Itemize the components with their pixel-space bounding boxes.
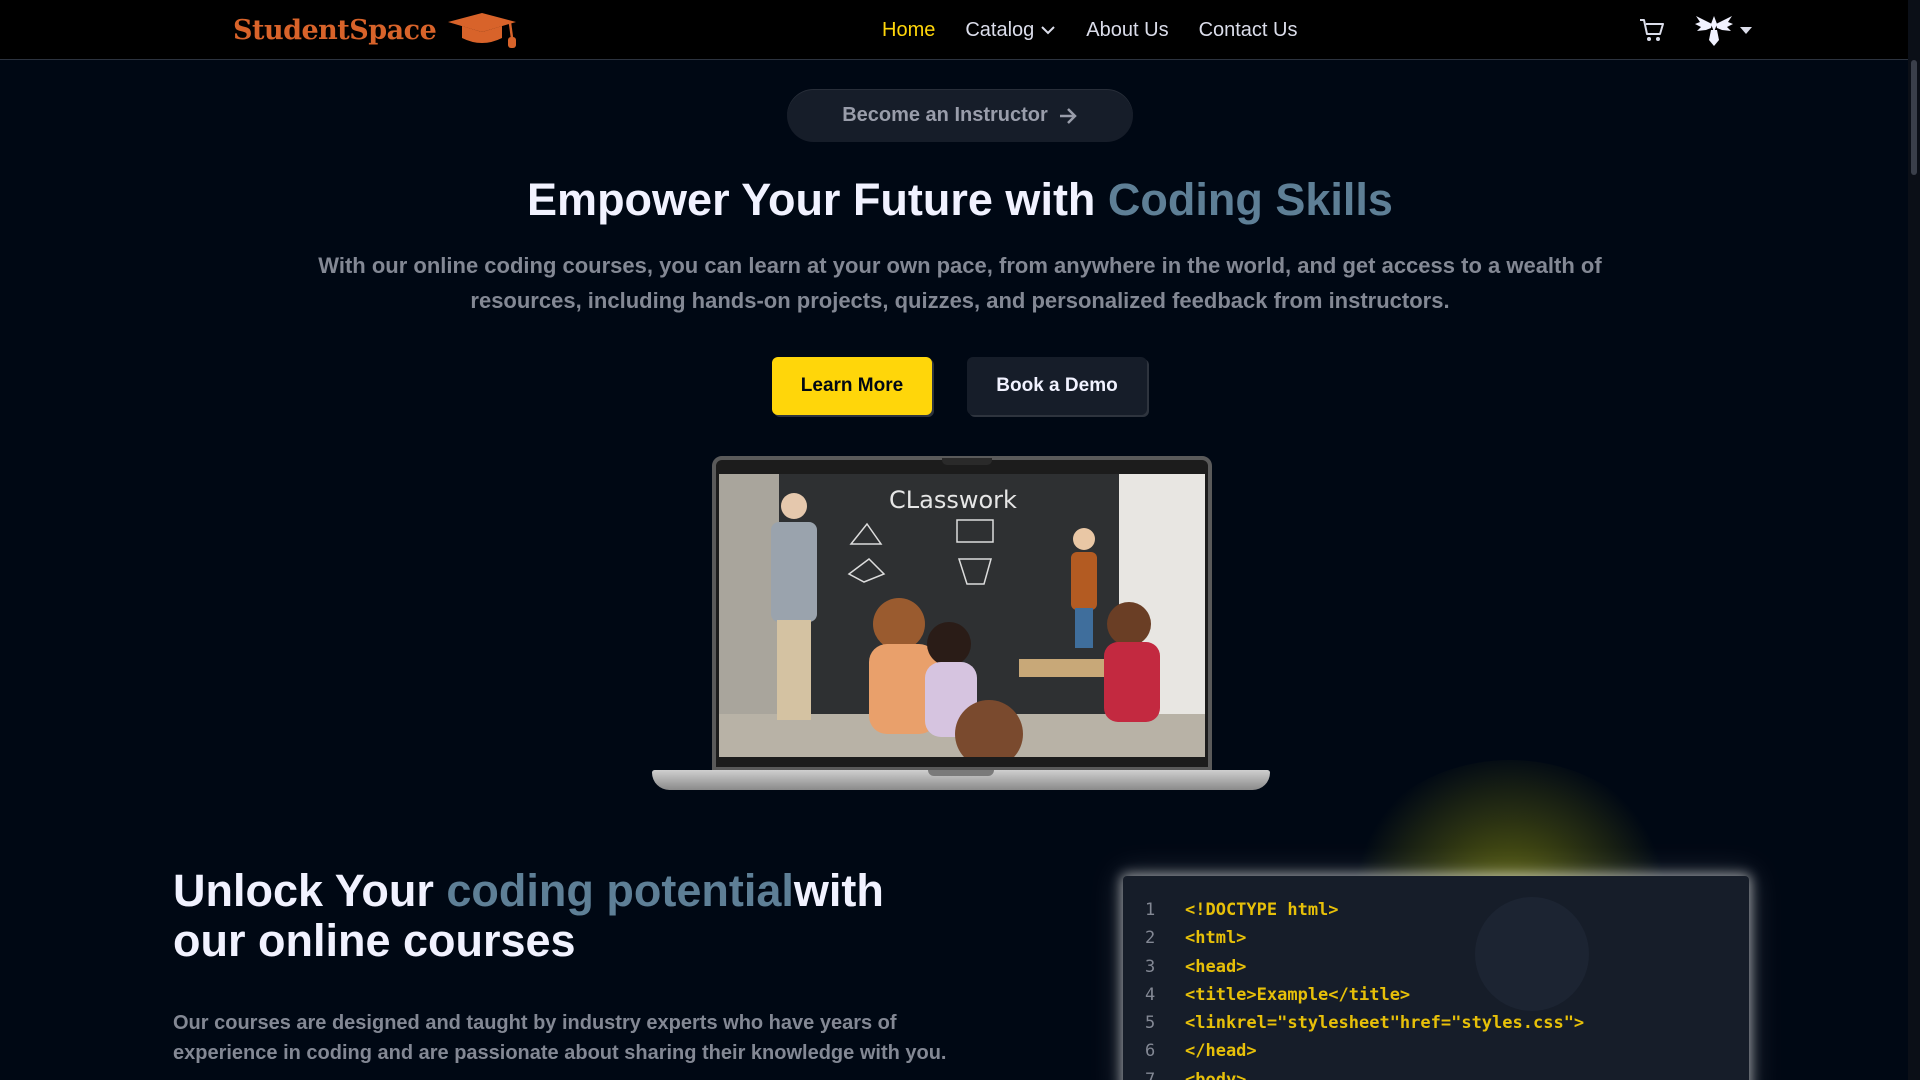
code-line: 5 <linkrel="stylesheet"href="styles.css"> xyxy=(1145,1009,1584,1037)
nav-link-catalog[interactable]: Catalog xyxy=(965,19,1056,42)
line-number: 7 xyxy=(1145,1069,1156,1080)
line-number: 6 xyxy=(1145,1041,1156,1062)
nav-link-about[interactable]: About Us xyxy=(1086,19,1168,42)
chevron-down-icon xyxy=(1041,26,1056,35)
line-number: 5 xyxy=(1145,1013,1156,1034)
laptop-groove xyxy=(928,770,994,776)
classroom-illustration: CLasswork xyxy=(719,474,1205,757)
code-text: <linkrel="stylesheet"href="styles.css"> xyxy=(1185,1013,1585,1034)
nav-link-contact[interactable]: Contact Us xyxy=(1199,19,1298,42)
board-text: CLasswork xyxy=(889,486,1017,514)
line-number: 1 xyxy=(1145,900,1156,920)
code-text: <body> xyxy=(1185,1069,1247,1080)
classroom-video[interactable]: CLasswork xyxy=(719,474,1205,757)
code-text: </head> xyxy=(1185,1041,1257,1062)
nav-actions xyxy=(1638,12,1752,48)
hero-title-text: Empower Your Future with xyxy=(527,174,1108,225)
caret-down-icon xyxy=(1740,26,1752,34)
code-line: 1 <!DOCTYPE html> xyxy=(1145,896,1584,924)
become-instructor-button[interactable]: Become an Instructor xyxy=(787,89,1133,142)
camera-notch xyxy=(942,458,992,465)
code-text: <head> xyxy=(1185,956,1247,977)
user-avatar-icon xyxy=(1695,16,1733,46)
graduation-cap-icon xyxy=(448,13,517,48)
brand-logo[interactable]: StudentSpace xyxy=(233,10,518,50)
code-line: 7 <body> xyxy=(1145,1066,1584,1080)
section-description: Our courses are designed and taught by i… xyxy=(173,1012,947,1064)
learn-more-button[interactable]: Learn More xyxy=(772,357,932,415)
hero-subtitle: With our online coding courses, you can … xyxy=(318,253,1602,313)
hero-cta-row: Learn More Book a Demo xyxy=(772,357,1147,415)
code-text: <!DOCTYPE html> xyxy=(1185,900,1339,920)
code-block: 1 <!DOCTYPE html> 2 <html> 3 <head> 4 <title… xyxy=(1123,876,1749,1080)
scrollbar-thumb[interactable] xyxy=(1911,60,1917,175)
scrollbar[interactable] xyxy=(1908,0,1920,1080)
code-text: <title>Example</title> xyxy=(1185,984,1411,1005)
section-title-highlight: coding potential xyxy=(446,865,794,916)
brand-name: StudentSpace xyxy=(233,14,437,46)
code-line: 6 </head> xyxy=(1145,1037,1584,1065)
line-number: 2 xyxy=(1145,928,1156,949)
laptop-lid: CLasswork xyxy=(712,456,1212,771)
section-title: Unlock Your coding potentialwith our onl… xyxy=(173,866,933,966)
nav-links: Home Catalog About Us Contact Us xyxy=(882,0,1298,60)
code-line: 4 <title>Example</title> xyxy=(1145,981,1584,1009)
book-demo-button[interactable]: Book a Demo xyxy=(967,357,1147,415)
code-text: <html> xyxy=(1185,928,1247,949)
nav-link-catalog-label: Catalog xyxy=(965,18,1035,41)
hero-title-highlight: Coding Skills xyxy=(1107,174,1393,225)
section-title-text-1: Unlock Your xyxy=(173,865,447,916)
navbar: StudentSpace Home Catalog About Us Conta… xyxy=(0,0,1920,60)
code-line: 2 <html> xyxy=(1145,924,1584,952)
cart-icon[interactable] xyxy=(1638,16,1666,44)
hero-title: Empower Your Future with Coding Skills xyxy=(0,174,1920,226)
laptop-mockup: CLasswork xyxy=(652,456,1270,791)
code-line: 3 <head> xyxy=(1145,953,1584,981)
line-number: 4 xyxy=(1145,984,1156,1005)
line-number: 3 xyxy=(1145,956,1156,977)
profile-dropdown[interactable] xyxy=(1694,12,1752,48)
become-instructor-label: Become an Instructor xyxy=(842,104,1048,126)
arrow-right-icon xyxy=(1059,107,1077,124)
code-lines: 1 <!DOCTYPE html> 2 <html> 3 <head> 4 <title… xyxy=(1145,896,1584,1080)
nav-link-home[interactable]: Home xyxy=(882,19,935,42)
